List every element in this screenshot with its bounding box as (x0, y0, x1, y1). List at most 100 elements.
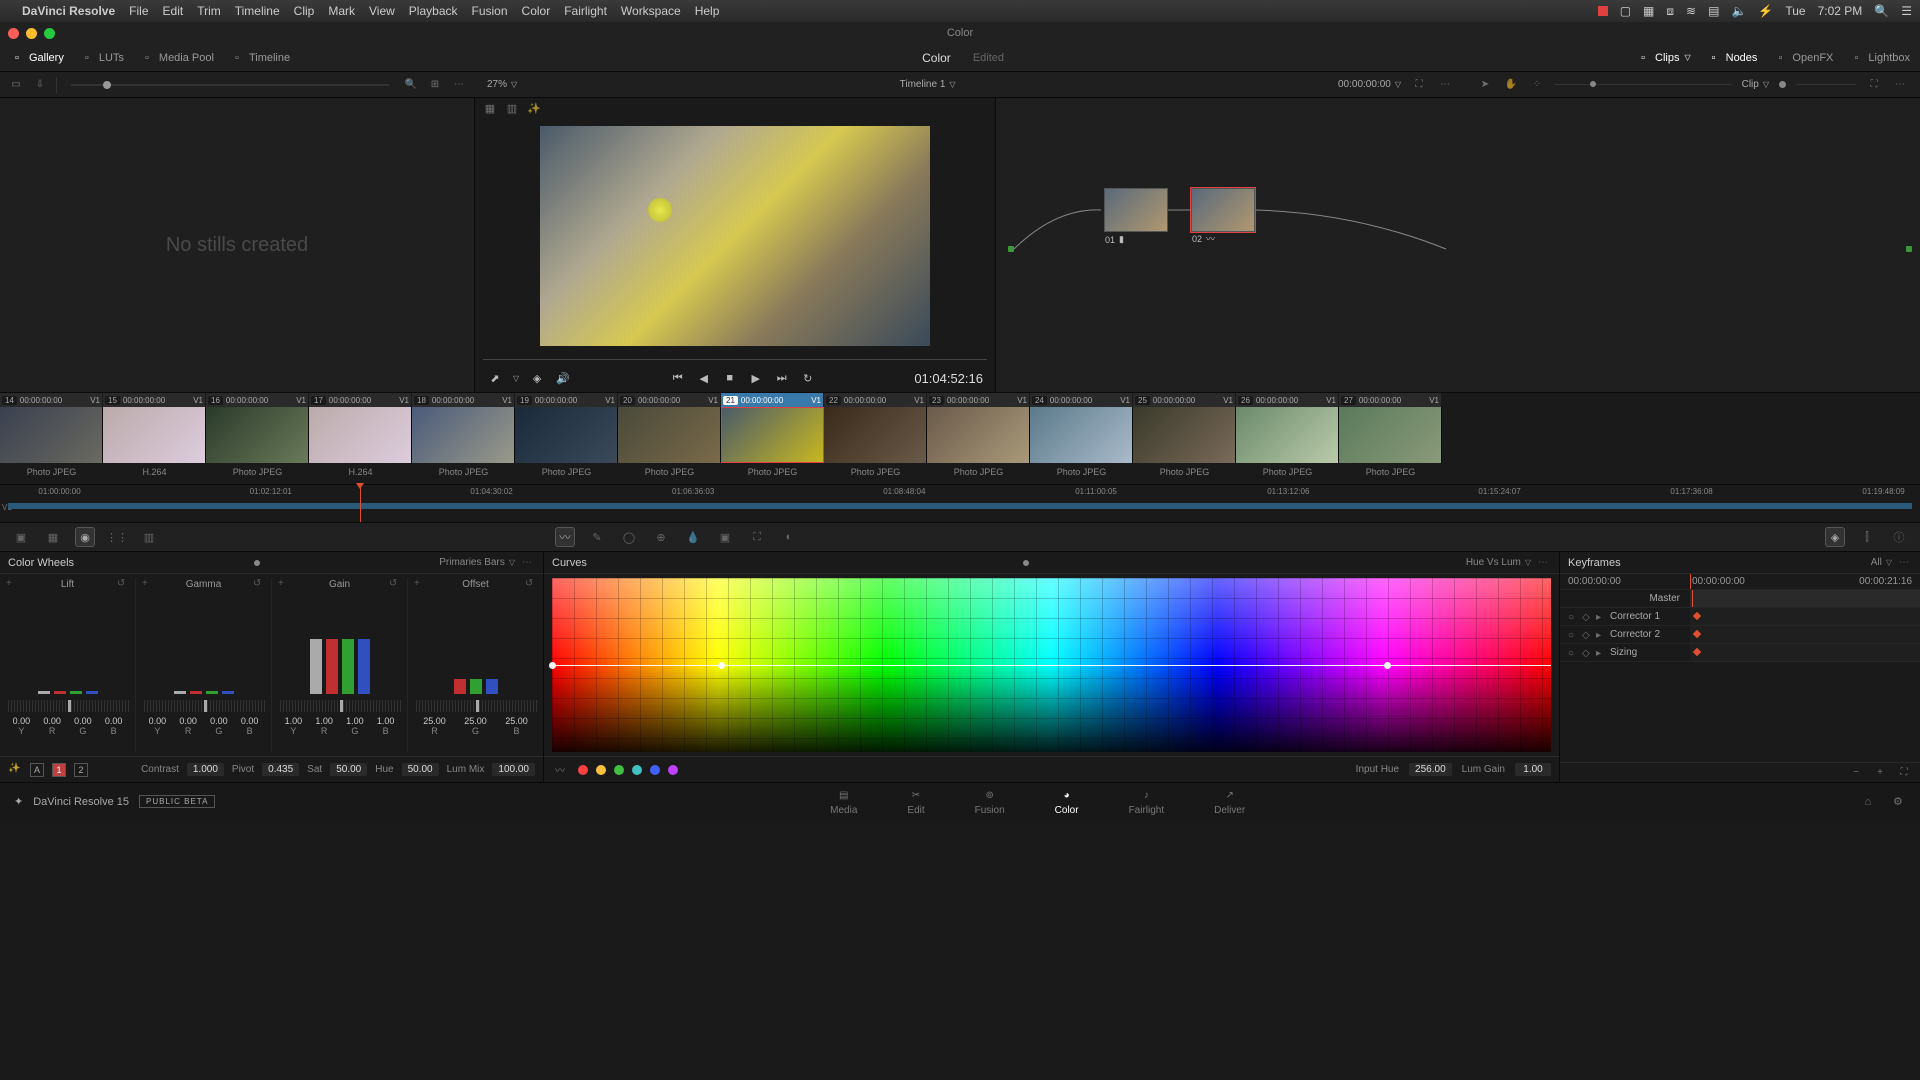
clip-thumbnail[interactable] (721, 407, 824, 463)
pick-white-icon[interactable]: A (30, 763, 44, 777)
wheel-value[interactable]: 25.00 (423, 716, 446, 726)
hue-preset-dot[interactable] (668, 765, 678, 775)
clip-thumbnail[interactable] (824, 407, 927, 463)
curve-spline-icon[interactable]: 〰 (552, 762, 568, 778)
wheel-value[interactable]: 1.00 (315, 716, 333, 726)
reset-icon[interactable]: ↺ (253, 578, 265, 590)
wheel-value[interactable]: 25.00 (464, 716, 487, 726)
wheel-value[interactable]: 0.00 (74, 716, 92, 726)
chevron-right-icon[interactable]: ▸ (1596, 630, 1606, 640)
page-two-icon[interactable]: 2 (74, 763, 88, 777)
bar-r[interactable] (326, 639, 338, 694)
clip-thumbnail[interactable] (103, 407, 206, 463)
maximize-button[interactable] (44, 28, 55, 39)
wheel-value[interactable]: 0.00 (105, 716, 123, 726)
enable-icon[interactable]: ◇ (1582, 630, 1592, 640)
expand-viewer-icon[interactable]: ⛶ (1411, 77, 1427, 93)
picker-icon[interactable]: + (278, 578, 290, 590)
camera-raw-icon[interactable]: ▣ (12, 528, 30, 546)
reset-icon[interactable]: ↺ (525, 578, 537, 590)
nodes-button[interactable]: ▫Nodes (1707, 51, 1758, 65)
page-one-icon[interactable]: 1 (52, 763, 66, 777)
page-tab-edit[interactable]: ✂Edit (907, 787, 924, 816)
spotlight-icon[interactable]: 🔍 (1874, 4, 1889, 18)
keyframes-tool-icon[interactable]: ◈ (1826, 528, 1844, 546)
blur-icon[interactable]: 💧 (684, 528, 702, 546)
clip-thumbnail[interactable] (206, 407, 309, 463)
clips-button[interactable]: ▫Clips▽ (1636, 51, 1691, 65)
bars-graph[interactable] (414, 594, 537, 694)
lock-icon[interactable]: ○ (1568, 630, 1578, 640)
page-tab-fusion[interactable]: ⊚Fusion (975, 787, 1005, 816)
clip-item[interactable]: 2400:00:00:00V1Photo JPEG (1030, 393, 1133, 484)
rgb-mixer-icon[interactable]: ⋮⋮ (108, 528, 126, 546)
playhead[interactable] (360, 485, 361, 522)
menu-mark[interactable]: Mark (328, 4, 355, 18)
clip-item[interactable]: 2200:00:00:00V1Photo JPEG (824, 393, 927, 484)
clip-item[interactable]: 1400:00:00:00V1Photo JPEG (0, 393, 103, 484)
keyframe-marker[interactable] (1693, 648, 1701, 656)
keyframes-mode-dropdown[interactable]: All▽ ⋯ (1871, 555, 1912, 571)
node-02[interactable]: 02〰 (1191, 188, 1255, 232)
menu-trim[interactable]: Trim (197, 4, 221, 18)
menu-fairlight[interactable]: Fairlight (564, 4, 607, 18)
key-icon[interactable]: ▣ (716, 528, 734, 546)
kf-expand-icon[interactable]: ⛶ (1896, 765, 1912, 781)
picker-icon[interactable]: + (6, 578, 18, 590)
curves-mode-dropdown[interactable]: Hue Vs Lum▽ ⋯ (1466, 555, 1551, 571)
chevron-right-icon[interactable]: ▸ (1596, 612, 1606, 622)
clip-thumbnail[interactable] (618, 407, 721, 463)
hue-preset-dot[interactable] (578, 765, 588, 775)
bar-g[interactable] (206, 691, 218, 694)
menu-clip[interactable]: Clip (294, 4, 315, 18)
viewer-overlay-icon[interactable]: ▦ (483, 101, 497, 115)
menu-file[interactable]: File (129, 4, 148, 18)
clip-thumbnail[interactable] (1133, 407, 1236, 463)
clip-item[interactable]: 1500:00:00:00V1H.264 (103, 393, 206, 484)
tray-grid-icon[interactable]: ▦ (1643, 4, 1654, 18)
viewer-split-icon[interactable]: ▥ (505, 101, 519, 115)
bar-r[interactable] (190, 691, 202, 694)
menu-help[interactable]: Help (695, 4, 720, 18)
bars-graph[interactable] (142, 594, 265, 694)
wheel-value[interactable]: 25.00 (505, 716, 528, 726)
picker-tool-icon[interactable]: ⬈ (487, 370, 503, 386)
lock-icon[interactable]: ○ (1568, 648, 1578, 658)
prev-clip-button[interactable]: ⏮ (670, 370, 686, 386)
contrast-value[interactable]: 1.000 (187, 763, 224, 776)
bar-y[interactable] (174, 691, 186, 694)
menu-edit[interactable]: Edit (163, 4, 184, 18)
menu-view[interactable]: View (369, 4, 395, 18)
clip-item[interactable]: 1800:00:00:00V1Photo JPEG (412, 393, 515, 484)
gallery-add-icon[interactable]: ⇩ (32, 77, 48, 93)
keyframe-row[interactable]: ○◇▸Sizing (1560, 644, 1920, 662)
search-icon[interactable]: 🔍 (403, 77, 419, 93)
page-tab-media[interactable]: ▤Media (830, 787, 857, 816)
menu-playback[interactable]: Playback (409, 4, 458, 18)
curves-options-icon[interactable]: ⋯ (1535, 555, 1551, 571)
node-editor[interactable]: 01▮ 02〰 (995, 98, 1920, 392)
reset-icon[interactable]: ↺ (389, 578, 401, 590)
wheel-value[interactable]: 1.00 (377, 716, 395, 726)
color-match-icon[interactable]: ▦ (44, 528, 62, 546)
y-slider[interactable] (414, 700, 537, 712)
lock-icon[interactable]: ○ (1568, 612, 1578, 622)
pointer-tool-icon[interactable]: ➤ (1477, 77, 1493, 93)
settings-icon[interactable]: ⚙ (1890, 794, 1906, 810)
minimize-button[interactable] (26, 28, 37, 39)
kf-playhead[interactable] (1690, 574, 1691, 589)
wheel-value[interactable]: 1.00 (346, 716, 364, 726)
play-button[interactable]: ▶ (748, 370, 764, 386)
step-back-button[interactable]: ◀ (696, 370, 712, 386)
clip-item[interactable]: 2000:00:00:00V1Photo JPEG (618, 393, 721, 484)
kf-options-icon[interactable]: ⋯ (1896, 555, 1912, 571)
viewer-options-icon[interactable]: ⋯ (1437, 77, 1453, 93)
node-expand-icon[interactable]: ⛶ (1866, 77, 1882, 93)
picker-icon[interactable]: + (414, 578, 426, 590)
lum-gain-value[interactable]: 1.00 (1515, 763, 1551, 776)
bar-g[interactable] (342, 639, 354, 694)
menubar-day[interactable]: Tue (1785, 4, 1805, 18)
hue-vs-lum-graph[interactable] (552, 578, 1551, 752)
bar-r[interactable] (54, 691, 66, 694)
mini-track-bar[interactable] (8, 503, 1912, 509)
